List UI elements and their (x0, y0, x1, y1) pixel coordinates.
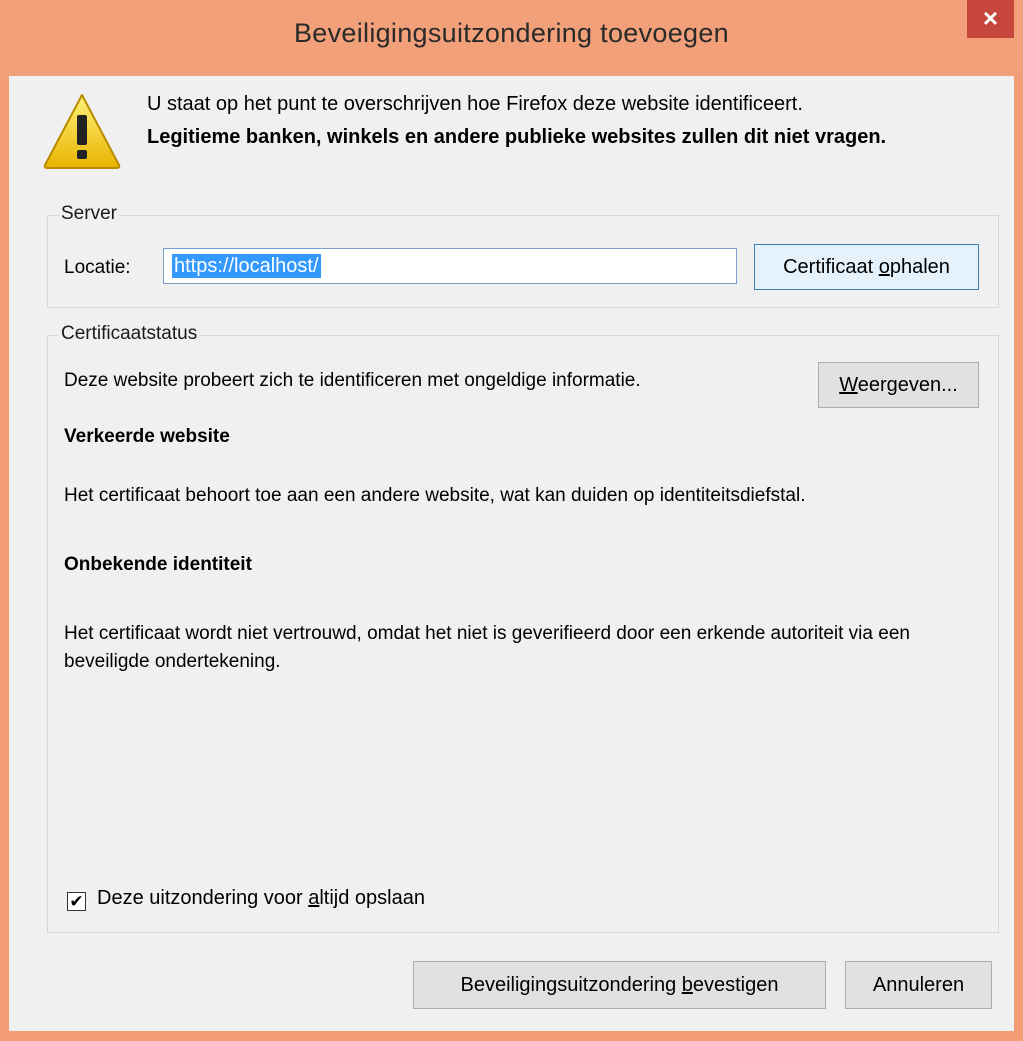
location-input-value: https://localhost/ (172, 254, 321, 278)
confirm-label-pre: Beveiligingsuitzondering (460, 974, 682, 996)
warning-line-1: U staat op het punt te overschrijven hoe… (147, 93, 803, 115)
confirm-exception-button[interactable]: Beveiligingsuitzondering bevestigen (413, 961, 826, 1009)
confirm-accesskey: b (681, 974, 693, 996)
permanent-label-pre: Deze uitzondering voor (97, 887, 309, 909)
unknown-identity-heading: Onbekende identiteit (64, 554, 252, 575)
cancel-button[interactable]: Annuleren (845, 961, 992, 1009)
dialog-content: U staat op het punt te overschrijven hoe… (9, 76, 1014, 1031)
wrong-site-text: Het certificaat behoort toe aan een ande… (64, 485, 806, 506)
view-accesskey: W (839, 374, 858, 396)
get-certificate-label-pre: Certificaat (783, 256, 879, 278)
unknown-identity-text: Het certificaat wordt niet vertrouwd, om… (64, 623, 910, 672)
permanent-exception-checkbox[interactable]: ✔ (67, 892, 86, 911)
wrong-site-heading: Verkeerde website (64, 426, 230, 447)
server-group-label: Server (59, 203, 119, 225)
status-summary: Deze website probeert zich te identifice… (64, 370, 641, 391)
view-label-post: eergeven... (857, 374, 958, 396)
get-certificate-label-post: phalen (889, 256, 950, 278)
permanent-exception-label[interactable]: Deze uitzondering voor altijd opslaan (97, 887, 425, 910)
view-certificate-button[interactable]: Weergeven... (818, 362, 979, 408)
get-certificate-button[interactable]: Certificaat ophalen (754, 244, 979, 290)
get-certificate-accesskey: o (878, 256, 890, 278)
location-label: Locatie: (64, 257, 131, 278)
permanent-accesskey: a (308, 887, 320, 909)
certificate-status-label: Certificaatstatus (59, 323, 200, 345)
permanent-label-post: ltijd opslaan (319, 887, 425, 909)
dialog-title: Beveiligingsuitzondering toevoegen (293, 18, 729, 48)
close-icon: × (982, 3, 999, 33)
dialog-window: Beveiligingsuitzondering toevoegen × U s… (0, 0, 1023, 1041)
close-button[interactable]: × (967, 0, 1014, 38)
location-input[interactable]: https://localhost/ (163, 248, 737, 284)
warning-message: U staat op het punt te overschrijven hoe… (147, 90, 997, 151)
warning-icon (43, 94, 121, 169)
confirm-label-post: evestigen (692, 974, 779, 996)
title-bar[interactable]: Beveiligingsuitzondering toevoegen × (0, 0, 1023, 76)
checkmark-icon: ✔ (69, 892, 84, 911)
warning-line-2: Legitieme banken, winkels en andere publ… (147, 126, 887, 148)
